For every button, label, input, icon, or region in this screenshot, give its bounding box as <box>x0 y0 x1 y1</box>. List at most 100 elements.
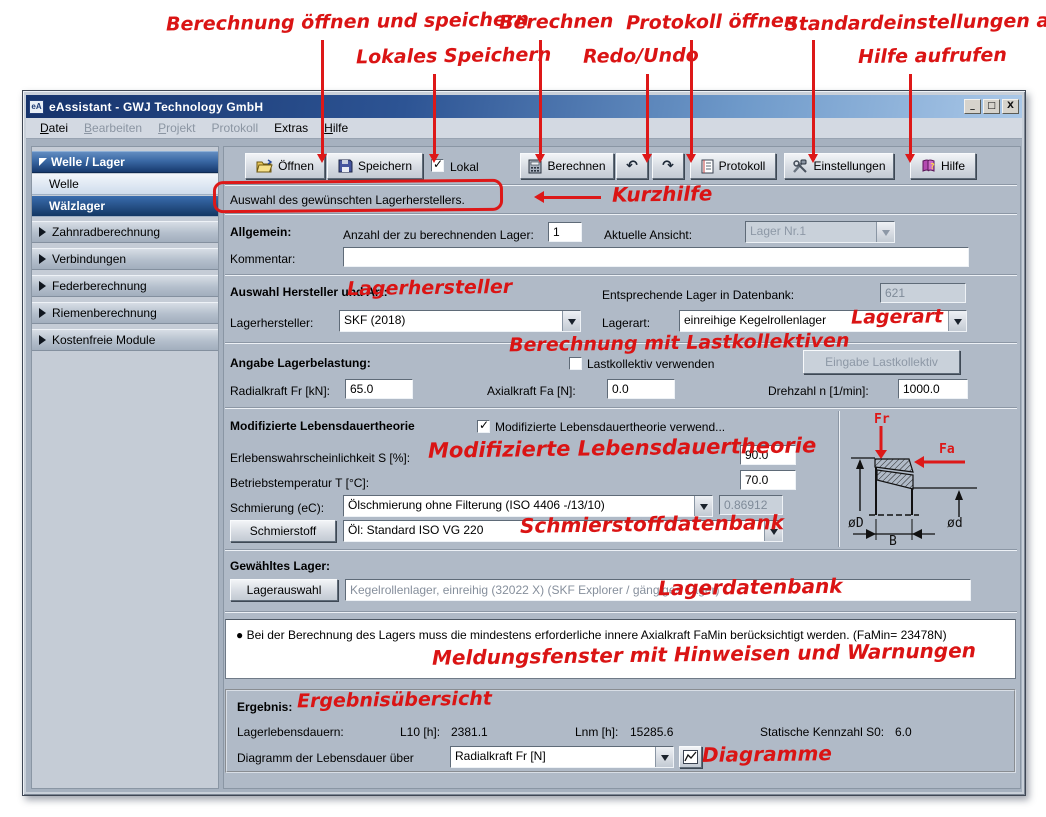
screenshot-canvas: Berechnung öffnen und speichern Berechne… <box>0 0 1046 817</box>
datenbank-count-input[interactable] <box>880 283 966 303</box>
hersteller-dropdown[interactable]: SKF (2018) <box>339 310 581 332</box>
diagramm-label: Diagramm der Lebensdauer über <box>237 751 414 765</box>
save-button[interactable]: Speichern <box>327 153 423 179</box>
window-title: eAssistant - GWJ Technology GmbH <box>49 100 962 114</box>
drehzahl-input[interactable] <box>898 379 968 399</box>
kommentar-input[interactable] <box>343 247 969 267</box>
sidebar-item-label: Riemenberechnung <box>52 306 157 320</box>
calculate-button-label: Berechnen <box>547 159 605 173</box>
annotation-bearing-type: Lagerart <box>851 305 943 328</box>
section-lebensdauer-label: Modifizierte Lebensdauertheorie <box>230 419 415 433</box>
menu-projekt[interactable]: Projekt <box>150 119 203 137</box>
local-checkbox-label[interactable]: Lokal <box>450 160 479 174</box>
anzahl-input[interactable] <box>548 222 582 242</box>
lnm-value: 15285.6 <box>630 725 673 739</box>
axialkraft-input[interactable] <box>607 379 675 399</box>
help-button-label: Hilfe <box>941 159 965 173</box>
datenbank-label: Entsprechende Lager in Datenbank: <box>602 288 794 302</box>
l10-label: L10 [h]: <box>400 725 440 739</box>
annotation-arrow-open-report <box>690 40 693 160</box>
separator <box>225 213 1017 215</box>
sidebar-item-kostenfreie-module[interactable]: Kostenfreie Module <box>32 329 218 351</box>
collapsed-triangle-icon <box>39 254 46 264</box>
sidebar-item-riemenberechnung[interactable]: Riemenberechnung <box>32 302 218 324</box>
axialkraft-label: Axialkraft Fa [N]: <box>487 384 576 398</box>
betriebstemperatur-input[interactable] <box>740 470 796 490</box>
section-ergebnis-label: Ergebnis: <box>237 700 292 714</box>
anzahl-label: Anzahl der zu berechnenden Lager: <box>343 228 534 242</box>
section-belastung-label: Angabe Lagerbelastung: <box>230 356 371 370</box>
annotation-open-save: Berechnung öffnen und speichern <box>166 8 529 35</box>
report-button-label: Protokoll <box>719 159 766 173</box>
lagerauswahl-button[interactable]: Lagerauswahl <box>230 579 338 601</box>
annotation-arrow-calculate <box>539 40 542 160</box>
open-button-label: Öffnen <box>278 159 314 173</box>
menu-datei[interactable]: Datei <box>32 119 76 137</box>
dropdown-arrow-icon <box>948 311 966 331</box>
app-icon: eA <box>29 100 44 114</box>
annotation-redo-undo: Redo/Undo <box>583 44 699 68</box>
sidebar-item-welle-lager[interactable]: Welle / Lager <box>32 151 218 173</box>
title-bar[interactable]: eA eAssistant - GWJ Technology GmbH _ □ … <box>26 95 1022 118</box>
menu-protokoll[interactable]: Protokoll <box>203 119 266 137</box>
sidebar-item-zahnradberechnung[interactable]: Zahnradberechnung <box>32 221 218 243</box>
sidebar-item-label: Wälzlager <box>49 199 105 213</box>
mod-lebensdauer-checkbox[interactable] <box>477 420 490 433</box>
eingabe-lastkollektiv-button[interactable]: Eingabe Lastkollektiv <box>803 350 960 374</box>
separator <box>225 274 1017 276</box>
schmierung-label: Schmierung (eC): <box>230 501 324 515</box>
diagramm-dropdown[interactable]: Radialkraft Fr [N] <box>450 746 674 768</box>
ansicht-dropdown-value: Lager Nr.1 <box>746 222 876 242</box>
width-label: B <box>889 534 897 547</box>
erlebenswahrscheinlichkeit-label: Erlebenswahrscheinlichkeit S [%]: <box>230 451 410 465</box>
menu-extras[interactable]: Extras <box>266 119 316 137</box>
separator <box>225 611 1017 613</box>
client-area: Welle / Lager Welle Wälzlager Zahnradber… <box>26 139 1022 792</box>
dropdown-arrow-icon <box>562 311 580 331</box>
minimize-button[interactable]: _ <box>964 99 981 114</box>
report-button[interactable]: Protokoll <box>690 153 776 179</box>
settings-button[interactable]: Einstellungen <box>784 153 894 179</box>
lnm-label: Lnm [h]: <box>575 725 618 739</box>
mod-lebensdauer-checkbox-label[interactable]: Modifizierte Lebensdauertheorie verwend.… <box>495 420 725 434</box>
close-button[interactable]: X <box>1002 99 1019 114</box>
annotation-arrow-quick-help <box>537 196 601 199</box>
ansicht-dropdown[interactable]: Lager Nr.1 <box>745 221 895 243</box>
s0-label: Statische Kennzahl S0: <box>760 725 884 739</box>
ansicht-label: Aktuelle Ansicht: <box>604 228 692 242</box>
svg-text:?: ? <box>930 162 935 171</box>
sidebar-item-label: Welle <box>49 177 79 191</box>
menu-bar: Datei Bearbeiten Projekt Protokoll Extra… <box>26 118 1022 139</box>
diagramm-dropdown-value: Radialkraft Fr [N] <box>451 747 655 767</box>
sidebar-item-federberechnung[interactable]: Federberechnung <box>32 275 218 297</box>
radialkraft-input[interactable] <box>345 379 413 399</box>
vertical-separator <box>838 411 840 547</box>
save-floppy-icon <box>338 159 353 173</box>
annotation-arrow-open-save <box>321 40 324 160</box>
annotation-help: Hilfe aufrufen <box>858 44 1007 68</box>
menu-bearbeiten[interactable]: Bearbeiten <box>76 119 150 137</box>
open-button[interactable]: Öffnen <box>245 153 325 179</box>
sidebar-item-verbindungen[interactable]: Verbindungen <box>32 248 218 270</box>
drehzahl-label: Drehzahl n [1/min]: <box>768 384 869 398</box>
schmierstoff-button[interactable]: Schmierstoff <box>230 520 336 542</box>
help-book-icon: ? <box>921 159 936 173</box>
annotation-quick-help: Kurzhilfe <box>612 181 713 206</box>
lastkollektiv-checkbox[interactable] <box>569 357 582 370</box>
section-gewaehltes-lager-label: Gewähltes Lager: <box>230 559 330 573</box>
outer-diameter-label: øD <box>848 516 864 531</box>
annotation-settings: Standardeinstellungen anpassen <box>785 9 1046 36</box>
redo-button[interactable]: ↷ <box>652 153 684 179</box>
sidebar-item-waelzlager[interactable]: Wälzlager <box>32 196 218 217</box>
help-button[interactable]: ? Hilfe <box>910 153 976 179</box>
sidebar-item-welle[interactable]: Welle <box>32 174 218 195</box>
betriebstemperatur-label: Betriebstemperatur T [°C]: <box>230 476 369 490</box>
tools-icon <box>792 159 808 174</box>
maximize-button[interactable]: □ <box>983 99 1000 114</box>
section-allgemein-label: Allgemein: <box>230 225 291 239</box>
report-document-icon <box>701 159 714 174</box>
lastkollektiv-label[interactable]: Lastkollektiv verwenden <box>587 357 714 371</box>
diagramm-chart-button[interactable] <box>679 746 702 768</box>
annotation-arrow-redo-undo <box>646 74 649 160</box>
sidebar-item-label: Kostenfreie Module <box>52 333 155 347</box>
